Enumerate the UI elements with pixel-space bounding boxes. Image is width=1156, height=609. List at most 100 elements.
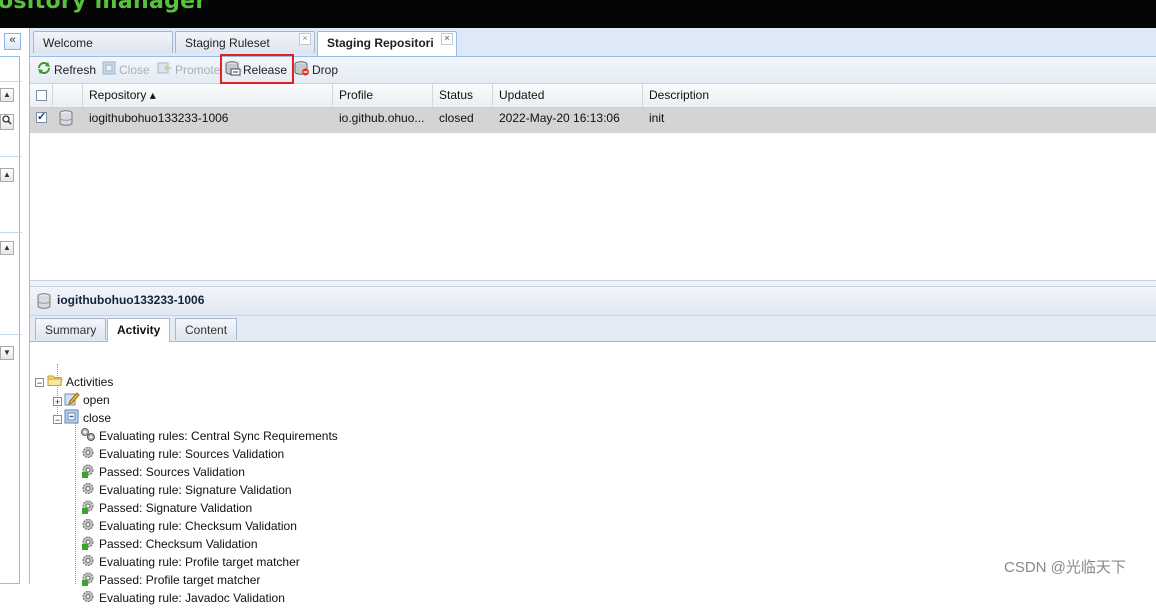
close-repo-icon: [64, 409, 80, 429]
tree-item[interactable]: Passed: Profile target matcher: [80, 571, 260, 589]
tree-item[interactable]: Passed: Sources Validation: [80, 463, 245, 481]
table-row[interactable]: iogithubohuo133233-1006 io.github.ohuo..…: [30, 108, 1156, 133]
promote-icon: [157, 61, 173, 80]
release-highlight-box: [220, 54, 294, 84]
refresh-label: Refresh: [54, 63, 97, 77]
collapse-toggle[interactable]: −: [53, 414, 62, 424]
open-icon: [64, 391, 80, 411]
app-header: ository manager: [0, 0, 1156, 28]
tab-welcome[interactable]: Welcome: [33, 31, 173, 53]
left-panel-strip: [0, 56, 20, 584]
tree-connector: [75, 422, 76, 584]
drop-icon: [294, 61, 310, 81]
icon-column-header: [53, 84, 83, 107]
column-header-repository[interactable]: Repository ▴: [83, 84, 333, 107]
cell-profile: io.github.ohuo...: [339, 111, 425, 125]
gear-icon: [80, 445, 96, 465]
close-repo-icon: [102, 61, 117, 80]
promote-button[interactable]: Promote: [157, 61, 220, 79]
close-button[interactable]: Close: [102, 61, 150, 79]
detail-title: iogithubohuo133233-1006: [57, 293, 205, 307]
tree-node-close[interactable]: − close: [53, 409, 111, 427]
tab-bar: Welcome Staging Ruleset × Staging Reposi…: [30, 28, 1156, 57]
collapse-panel-button[interactable]: «: [4, 33, 21, 50]
repository-icon: [59, 110, 73, 129]
expand-toggle[interactable]: +: [53, 396, 62, 406]
tree-label: open: [83, 393, 110, 408]
tab-label: Staging Ruleset: [185, 36, 270, 50]
refresh-button[interactable]: Refresh: [36, 61, 96, 79]
tree-label: Passed: Sources Validation: [99, 465, 245, 480]
tab-staging-ruleset[interactable]: Staging Ruleset ×: [175, 31, 315, 53]
tab-staging-repositories[interactable]: Staging Repositori ×: [317, 31, 457, 56]
close-label: Close: [119, 63, 150, 77]
close-icon[interactable]: ×: [299, 33, 311, 45]
panel-splitter[interactable]: [30, 280, 1156, 287]
close-icon[interactable]: ×: [441, 33, 453, 45]
tree-label: Passed: Profile target matcher: [99, 573, 261, 588]
column-header-profile[interactable]: Profile: [333, 84, 433, 107]
scroll-up-button[interactable]: ▲: [0, 168, 14, 182]
gear-icon: [80, 589, 96, 609]
app-title: ository manager: [0, 0, 207, 14]
collapse-toggle[interactable]: −: [35, 378, 44, 388]
tree-label: Evaluating rule: Javadoc Validation: [99, 591, 285, 606]
select-all-cell: [30, 84, 53, 107]
tab-activity[interactable]: Activity: [107, 318, 171, 342]
toolbar: Refresh Close Promote Release Drop: [30, 57, 1156, 84]
left-divider: [0, 232, 22, 233]
grid-header: Repository ▴ Profile Status Updated Desc…: [30, 84, 1156, 108]
watermark: CSDN @光临天下: [1004, 559, 1126, 576]
tab-label: Welcome: [43, 36, 93, 50]
detail-header: iogithubohuo133233-1006: [30, 287, 1156, 316]
tree-item[interactable]: Evaluating rule: Signature Validation: [80, 481, 292, 499]
tree-label: Passed: Signature Validation: [99, 501, 253, 516]
tab-content[interactable]: Content: [175, 318, 238, 340]
left-divider: [0, 156, 22, 157]
tree-node-open[interactable]: + open: [53, 391, 110, 409]
gear-icon: [80, 517, 96, 537]
cell-status: closed: [439, 111, 474, 125]
tree-item[interactable]: Evaluating rule: Profile target matcher: [80, 553, 300, 571]
passed-gear-icon: [80, 463, 96, 483]
tree-label: Passed: Checksum Validation: [99, 537, 258, 552]
scroll-down-button[interactable]: ▼: [0, 346, 14, 360]
row-checkbox[interactable]: [36, 110, 47, 123]
tab-summary[interactable]: Summary: [35, 318, 107, 340]
tree-item[interactable]: Passed: Checksum Validation: [80, 535, 258, 553]
tree-item[interactable]: Evaluating rule: Checksum Validation: [80, 517, 297, 535]
left-panel: « ▲ ▲ ▲ ▼: [0, 28, 26, 584]
gears-icon: [80, 427, 96, 447]
column-header-description[interactable]: Description: [643, 84, 1156, 107]
activity-tree: − Activities + open − close Evaluating rule…: [30, 342, 1156, 605]
tree-label: Activities: [66, 375, 114, 389]
left-divider: [0, 334, 22, 335]
tree-label: Evaluating rule: Signature Validation: [99, 483, 292, 498]
tree-label: Evaluating rule: Checksum Validation: [99, 519, 297, 534]
drop-button[interactable]: Drop: [294, 61, 338, 79]
tree-item[interactable]: Evaluating rule: Sources Validation: [80, 445, 284, 463]
repository-icon: [37, 293, 51, 312]
tree-item[interactable]: Evaluating rule: Javadoc Validation: [80, 589, 285, 607]
folder-open-icon: [47, 374, 63, 392]
tab-label: Staging Repositori: [327, 36, 434, 50]
refresh-icon: [36, 61, 52, 80]
passed-gear-icon: [80, 499, 96, 519]
column-header-updated[interactable]: Updated: [493, 84, 643, 107]
left-divider: [0, 81, 22, 82]
tree-node-activities[interactable]: − Activities: [35, 373, 113, 391]
select-all-checkbox[interactable]: [36, 90, 47, 101]
gear-icon: [80, 481, 96, 501]
column-header-status[interactable]: Status: [433, 84, 493, 107]
main-panel: Welcome Staging Ruleset × Staging Reposi…: [29, 28, 1156, 605]
scroll-up-button[interactable]: ▲: [0, 241, 14, 255]
cell-description: init: [649, 111, 665, 125]
tree-item-rules-eval[interactable]: Evaluating rules: Central Sync Requireme…: [80, 427, 338, 445]
passed-gear-icon: [80, 535, 96, 555]
gear-icon: [80, 553, 96, 573]
scroll-up-button[interactable]: ▲: [0, 88, 14, 102]
passed-gear-icon: [80, 571, 96, 591]
tree-item[interactable]: Passed: Signature Validation: [80, 499, 252, 517]
search-icon[interactable]: [0, 114, 14, 130]
tree-label: Evaluating rules: Central Sync Requireme…: [99, 429, 338, 444]
